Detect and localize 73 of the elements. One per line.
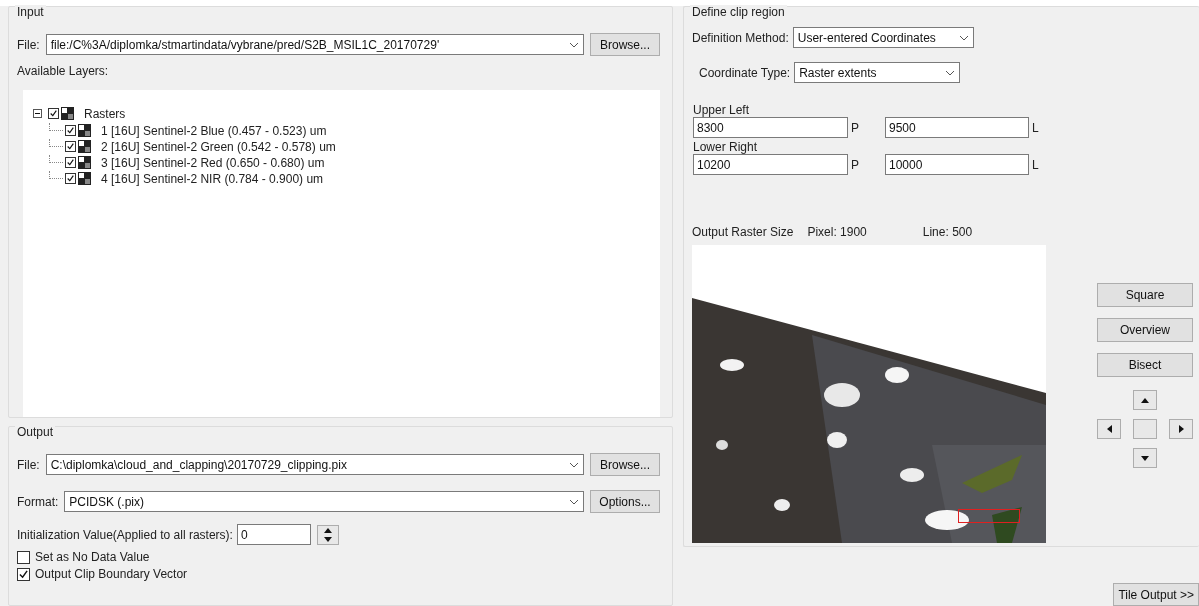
checkbox[interactable]	[65, 141, 76, 152]
triangle-up-icon	[322, 526, 333, 534]
field-label: Initialization Value(Applied to all rasters):	[17, 527, 233, 542]
init-value-field[interactable]: 0	[236, 524, 311, 545]
field-label: Output Raster Size	[692, 225, 794, 239]
tree-item[interactable]: 1 [16U] Sentinel-2 Blue (0.457 - 0.523) um	[101, 123, 327, 138]
coordinate-type-combo[interactable]: Raster extents	[794, 62, 961, 83]
pixel-count: Pixel: 1900	[807, 225, 867, 239]
corner-label: Upper Left	[693, 103, 750, 117]
section-label: Available Layers:	[17, 64, 110, 78]
raster-icon	[78, 172, 91, 185]
browse-button[interactable]: Browse...	[590, 453, 660, 476]
format-combo[interactable]: PCIDSK (.pix)	[64, 491, 584, 512]
field-label: File:	[17, 457, 40, 472]
view-button[interactable]: Bisect	[1097, 353, 1193, 377]
raster-icon	[78, 140, 91, 153]
field-label: File:	[17, 37, 40, 52]
checkbox[interactable]	[65, 173, 76, 184]
checkbox[interactable]	[48, 108, 59, 119]
browse-button[interactable]: Browse...	[590, 33, 660, 56]
raster-icon	[61, 107, 74, 120]
checkbox[interactable]	[65, 157, 76, 168]
pan-down-button[interactable]	[1133, 448, 1157, 468]
raster-icon	[78, 156, 91, 169]
view-button[interactable]: Square	[1097, 283, 1193, 307]
tree-item[interactable]: 4 [16U] Sentinel-2 NIR (0.784 - 0.900) um	[101, 171, 324, 186]
tree-item[interactable]: Rasters	[84, 106, 126, 121]
checkbox[interactable]	[17, 550, 30, 564]
chevron-down-icon	[569, 461, 579, 468]
tile-output-button[interactable]: Tile Output >>	[1113, 583, 1199, 606]
tree-item[interactable]: 2 [16U] Sentinel-2 Green (0.542 - 0.578) um	[101, 139, 336, 154]
checkbox-label[interactable]: Output Clip Boundary Vector	[35, 567, 188, 581]
view-button[interactable]: Overview	[1097, 318, 1193, 342]
pan-right-button[interactable]	[1169, 419, 1193, 439]
chevron-down-icon	[958, 34, 969, 41]
pan-up-button[interactable]	[1133, 390, 1157, 410]
unit-label: L	[1032, 120, 1039, 135]
triangle-up-icon	[1140, 396, 1150, 404]
triangle-right-icon	[1177, 424, 1185, 434]
checkbox[interactable]	[65, 125, 76, 136]
triangle-left-icon	[1105, 424, 1113, 434]
unit-label: P	[851, 120, 860, 135]
unit-label: P	[851, 157, 860, 172]
line-field[interactable]: 9500	[885, 117, 1029, 138]
options-button[interactable]: Options...	[590, 490, 660, 513]
field-label: Definition Method:	[692, 30, 789, 45]
checkbox-label[interactable]: Set as No Data Value	[35, 550, 150, 564]
unit-label: L	[1032, 157, 1039, 172]
clip-rectangle	[958, 509, 1020, 523]
tree-item[interactable]: 3 [16U] Sentinel-2 Red (0.650 - 0.680) um	[101, 155, 325, 170]
pan-left-button[interactable]	[1097, 419, 1121, 439]
chevron-down-icon	[945, 69, 956, 76]
line-count: Line: 500	[922, 225, 973, 239]
file-combo[interactable]: C:\diplomka\cloud_and_clapping\20170729_clipping.pix	[45, 454, 584, 475]
group-title: Output	[15, 425, 56, 439]
chevron-down-icon	[569, 498, 579, 505]
group-title: Define clip region	[690, 5, 787, 19]
spin-buttons[interactable]	[316, 524, 339, 545]
chevron-down-icon	[569, 41, 579, 48]
pixel-field[interactable]: 10200	[693, 154, 848, 175]
method-combo[interactable]: User-entered Coordinates	[792, 27, 974, 48]
triangle-down-icon	[1140, 454, 1150, 462]
pixel-field[interactable]: 8300	[693, 117, 848, 138]
triangle-down-icon	[322, 535, 333, 543]
line-field[interactable]: 10000	[885, 154, 1029, 175]
file-combo[interactable]: file:/C%3A/diplomka/stmartindata/vybrane/pred/S2B_MSIL1C_20170729'	[45, 34, 584, 55]
group-title: Input	[15, 5, 46, 19]
collapse-icon[interactable]	[33, 109, 42, 118]
field-label: Coordinate Type:	[699, 65, 791, 80]
corner-label: Lower Right	[693, 140, 758, 154]
checkbox[interactable]	[17, 567, 30, 581]
field-label: Format:	[17, 494, 59, 509]
raster-icon	[78, 124, 91, 137]
